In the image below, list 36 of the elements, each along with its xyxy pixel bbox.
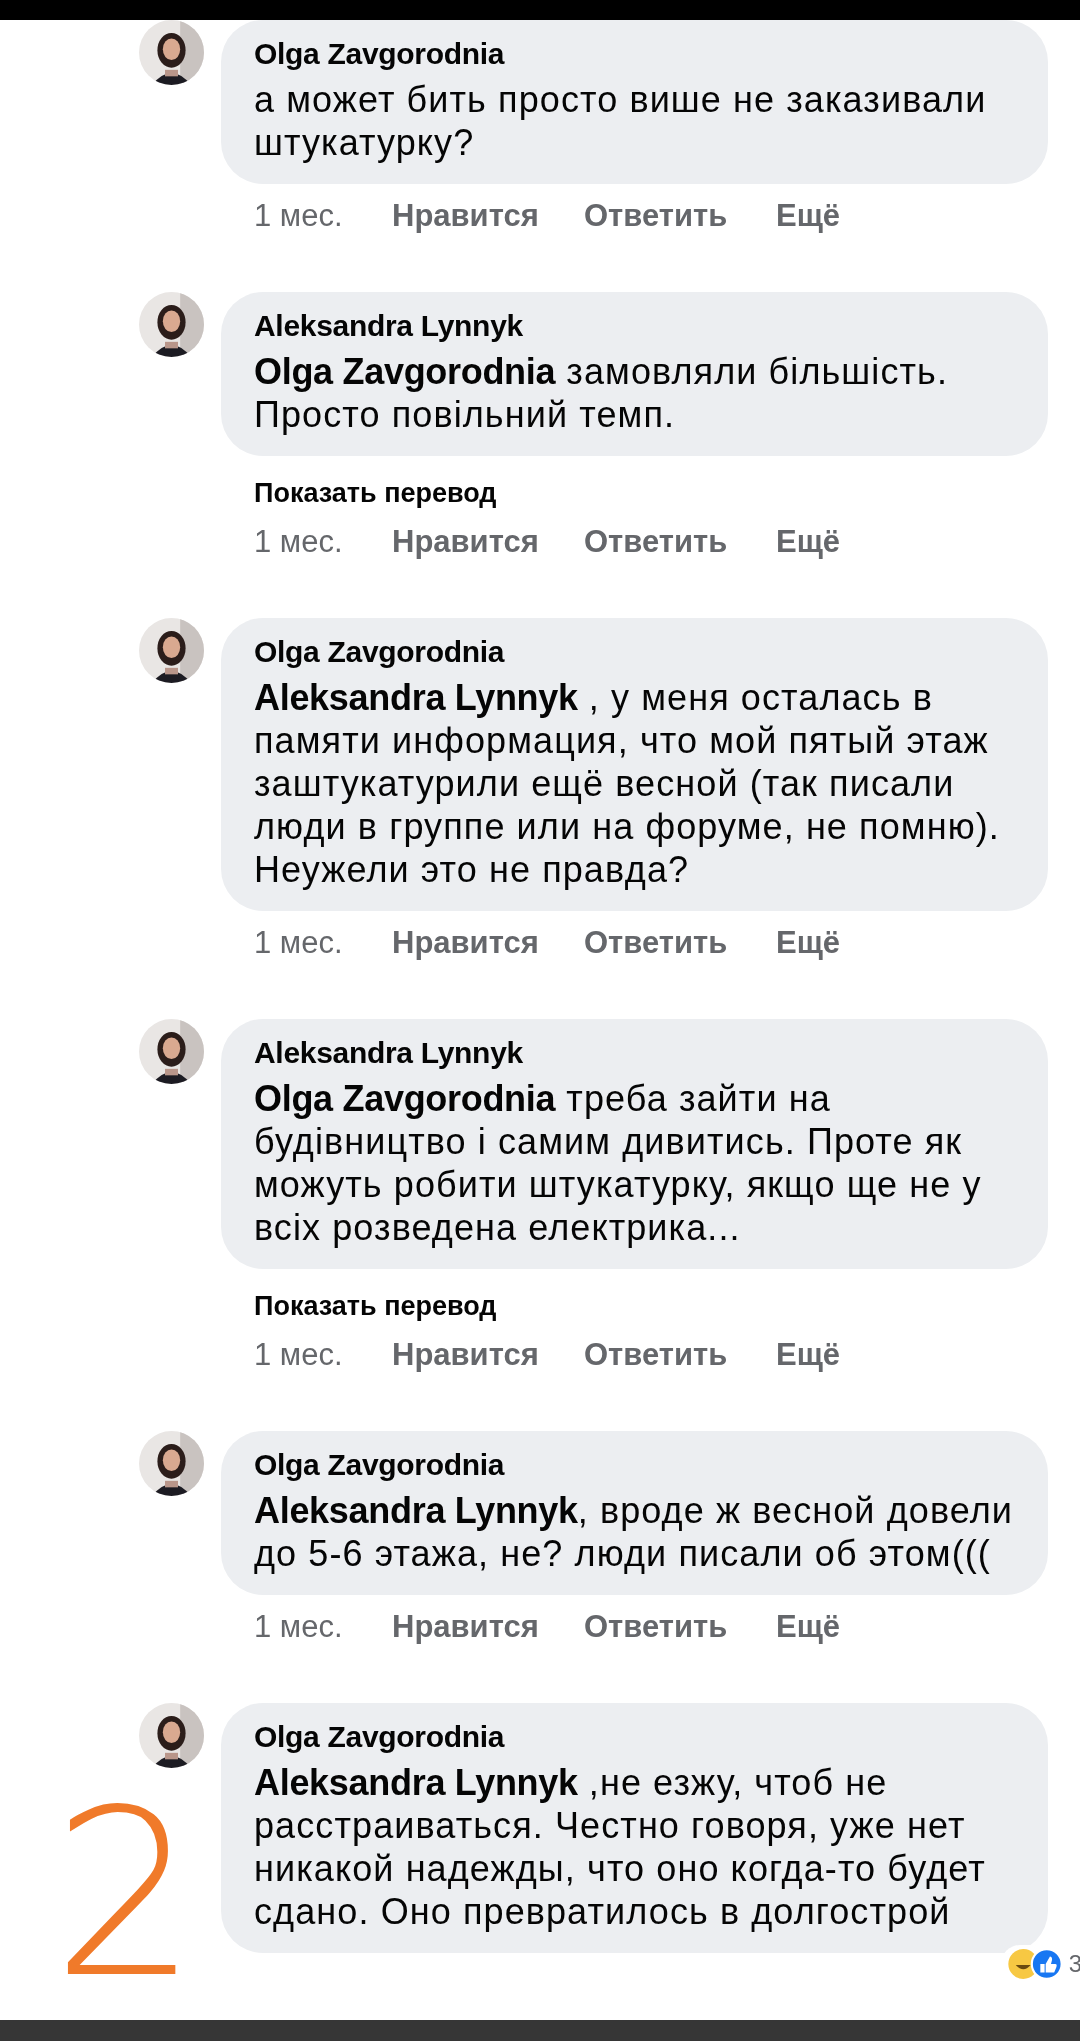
action-link[interactable]: Ещё [776,925,841,961]
handwritten-number: 2 [52,1780,199,2010]
action-link[interactable]: Ответить [584,1609,776,1645]
author-name[interactable]: Olga Zavgorodnia [254,1719,1014,1755]
comment-time: 1 мес. [254,198,344,234]
action-link[interactable]: Нравится [392,198,584,234]
author-name[interactable]: Olga Zavgorodnia [254,1447,1014,1483]
author-name[interactable]: Olga Zavgorodnia [254,634,1014,670]
action-link[interactable]: Ответить [584,925,776,961]
show-translation-link[interactable]: Показать перевод [254,1289,497,1323]
action-link[interactable]: Ещё [776,1609,841,1645]
action-link[interactable]: Ответить [584,198,776,234]
action-link[interactable]: Ещё [776,198,841,234]
comment-text: Olga Zavgorodnia треба зайти на будівництво і самим дивитись. Проте як можуть робити штукатурку, якщо ще не у всіх розведена електрика... [254,1077,983,1249]
action-link[interactable]: Нравится [392,1609,584,1645]
author-name[interactable]: Aleksandra Lynnyk [254,308,1014,344]
comment-time: 1 мес. [254,1609,344,1645]
comment-text: а может бить просто више не заказивали штукатурку? [254,78,988,164]
comment-text: Olga Zavgorodnia замовляли більшість. Просто повільний темп. [254,350,950,436]
comment-time: 1 мес. [254,925,344,961]
author-name[interactable]: Aleksandra Lynnyk [254,1035,1014,1071]
comment-time: 1 мес. [254,1337,344,1373]
action-link[interactable]: Нравится [392,524,584,560]
action-link[interactable]: Ещё [776,1337,841,1373]
comment-time: 1 мес. [254,524,344,560]
action-link[interactable]: Ответить [584,524,776,560]
reaction-icons [1006,1948,1063,1980]
action-link[interactable]: Нравится [392,925,584,961]
comment-text: Aleksandra Lynnyk , у меня осталась в памяти информация, что мой пятый этаж заштукатурили ещё весной (так писали люди в группе или на форуме, не помню). Неужели это не правда? [254,676,1001,891]
author-name[interactable]: Olga Zavgorodnia [254,36,1014,72]
comment-text: Aleksandra Lynnyk ,не езжу, чтоб не расстраиваться. Честно говоря, уже нет никакой надежды, что оно когда-то будет сдано. Оно превратилось в долгострой [254,1761,987,1933]
action-link[interactable]: Нравится [392,1337,584,1373]
comment-text: Aleksandra Lynnyk, вроде ж весной довели до 5-6 этажа, не? люди писали об этом((( [254,1489,1014,1575]
show-translation-link[interactable]: Показать перевод [254,476,497,510]
action-link[interactable]: Ответить [584,1337,776,1373]
action-link[interactable]: Ещё [776,524,841,560]
